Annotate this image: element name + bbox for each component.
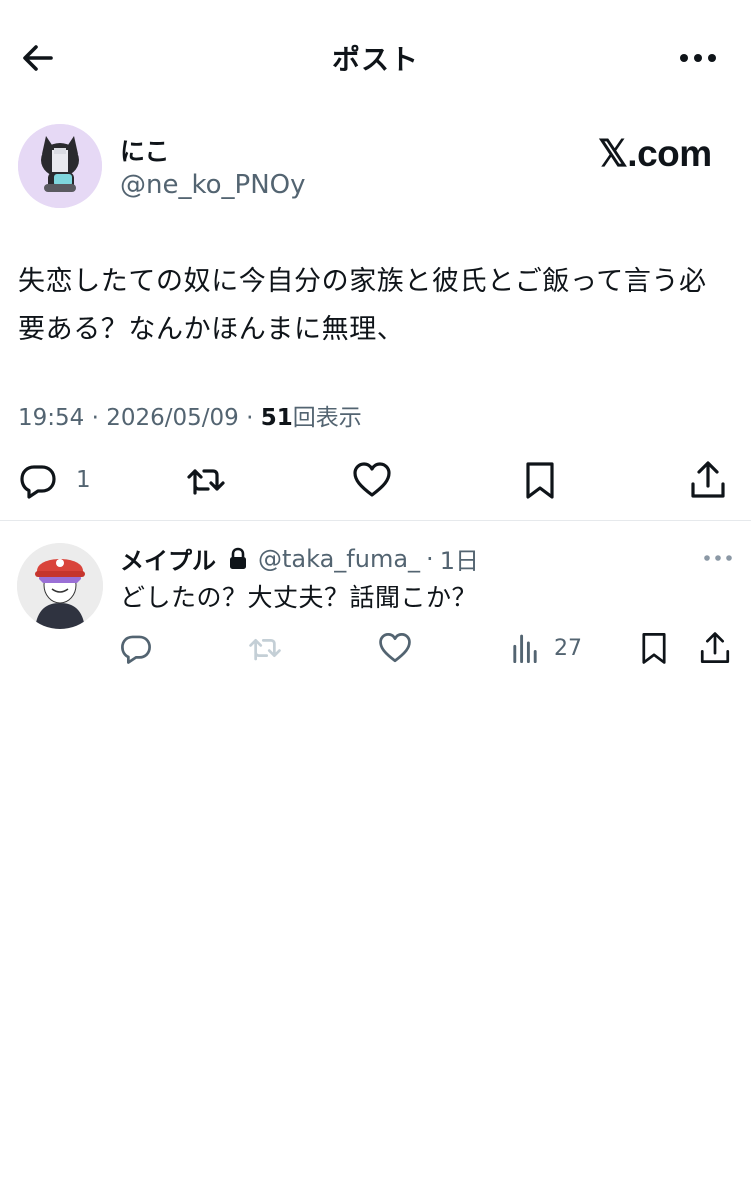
page-title: ポスト bbox=[331, 43, 419, 76]
reply-author-handle[interactable]: @taka_fuma_ bbox=[258, 545, 420, 573]
more-options-button[interactable] bbox=[676, 40, 720, 76]
reply-icon bbox=[121, 635, 151, 664]
reply-timestamp[interactable]: 1日 bbox=[440, 541, 479, 576]
share-icon bbox=[700, 632, 730, 663]
reply-count: 1 bbox=[76, 467, 91, 493]
reply-views-button[interactable]: 27 bbox=[508, 628, 582, 668]
site-watermark: 𝕏.com bbox=[598, 133, 712, 174]
views-count[interactable]: 51 bbox=[261, 405, 293, 431]
author-handle[interactable]: @ne_ko_PNOy bbox=[120, 170, 306, 200]
bookmark-button[interactable] bbox=[520, 458, 560, 502]
meta-separator: · bbox=[246, 405, 261, 431]
bar-chart-icon bbox=[513, 634, 537, 664]
reply-reply-button[interactable] bbox=[119, 628, 153, 668]
bookmark-icon bbox=[526, 462, 554, 499]
lock-icon bbox=[230, 547, 246, 569]
reply-avatar[interactable] bbox=[17, 543, 103, 629]
reply-separator: · bbox=[426, 544, 434, 573]
reply-author-name[interactable]: メイプル bbox=[120, 541, 216, 576]
author-name[interactable]: にこ bbox=[120, 132, 170, 168]
reply-bookmark-button[interactable] bbox=[637, 628, 671, 668]
post-time: 19:54 bbox=[18, 405, 85, 431]
reply-share-button[interactable] bbox=[698, 628, 732, 668]
more-horizontal-icon bbox=[680, 54, 716, 62]
bookmark-icon bbox=[642, 633, 666, 664]
reply-icon bbox=[20, 465, 56, 499]
heart-icon bbox=[379, 633, 411, 663]
share-icon bbox=[691, 461, 725, 498]
post-text: 失恋したての奴に今自分の家族と彼氏とご飯って言う必要ある？なんかほんまに無理、 bbox=[18, 266, 707, 345]
heart-icon bbox=[353, 462, 391, 497]
share-button[interactable] bbox=[688, 458, 728, 502]
more-horizontal-icon bbox=[704, 555, 732, 561]
reply-like-button[interactable] bbox=[378, 628, 412, 668]
views-label: 回表示 bbox=[292, 405, 362, 431]
reply-more-button[interactable] bbox=[700, 546, 736, 570]
meta-separator: · bbox=[91, 405, 107, 431]
post-meta: 19:54 · 2026/05/09 · 51回表示 bbox=[18, 398, 362, 432]
reply-text: どしたの？大丈夫？話聞こか？ bbox=[120, 583, 478, 612]
reply-header: メイプル @taka_fuma_ · 1日 bbox=[120, 541, 479, 576]
repost-icon bbox=[249, 638, 281, 661]
like-button[interactable] bbox=[352, 458, 392, 502]
reply-repost-button bbox=[248, 628, 282, 668]
author-avatar[interactable] bbox=[18, 124, 102, 208]
repost-icon bbox=[187, 469, 225, 495]
post-date: 2026/05/09 bbox=[106, 405, 239, 431]
avatar-image bbox=[17, 543, 103, 629]
top-bar: ポスト bbox=[0, 0, 751, 116]
reply-views-count: 27 bbox=[554, 635, 582, 661]
divider bbox=[0, 520, 751, 521]
repost-button[interactable] bbox=[186, 458, 226, 502]
reply-button[interactable]: 1 bbox=[18, 458, 91, 502]
avatar-image bbox=[18, 124, 102, 208]
post-detail-screen: ポスト にこ @ne_ko_PNOy 𝕏.com 失恋したての奴に今自分の家族と… bbox=[0, 0, 751, 1200]
